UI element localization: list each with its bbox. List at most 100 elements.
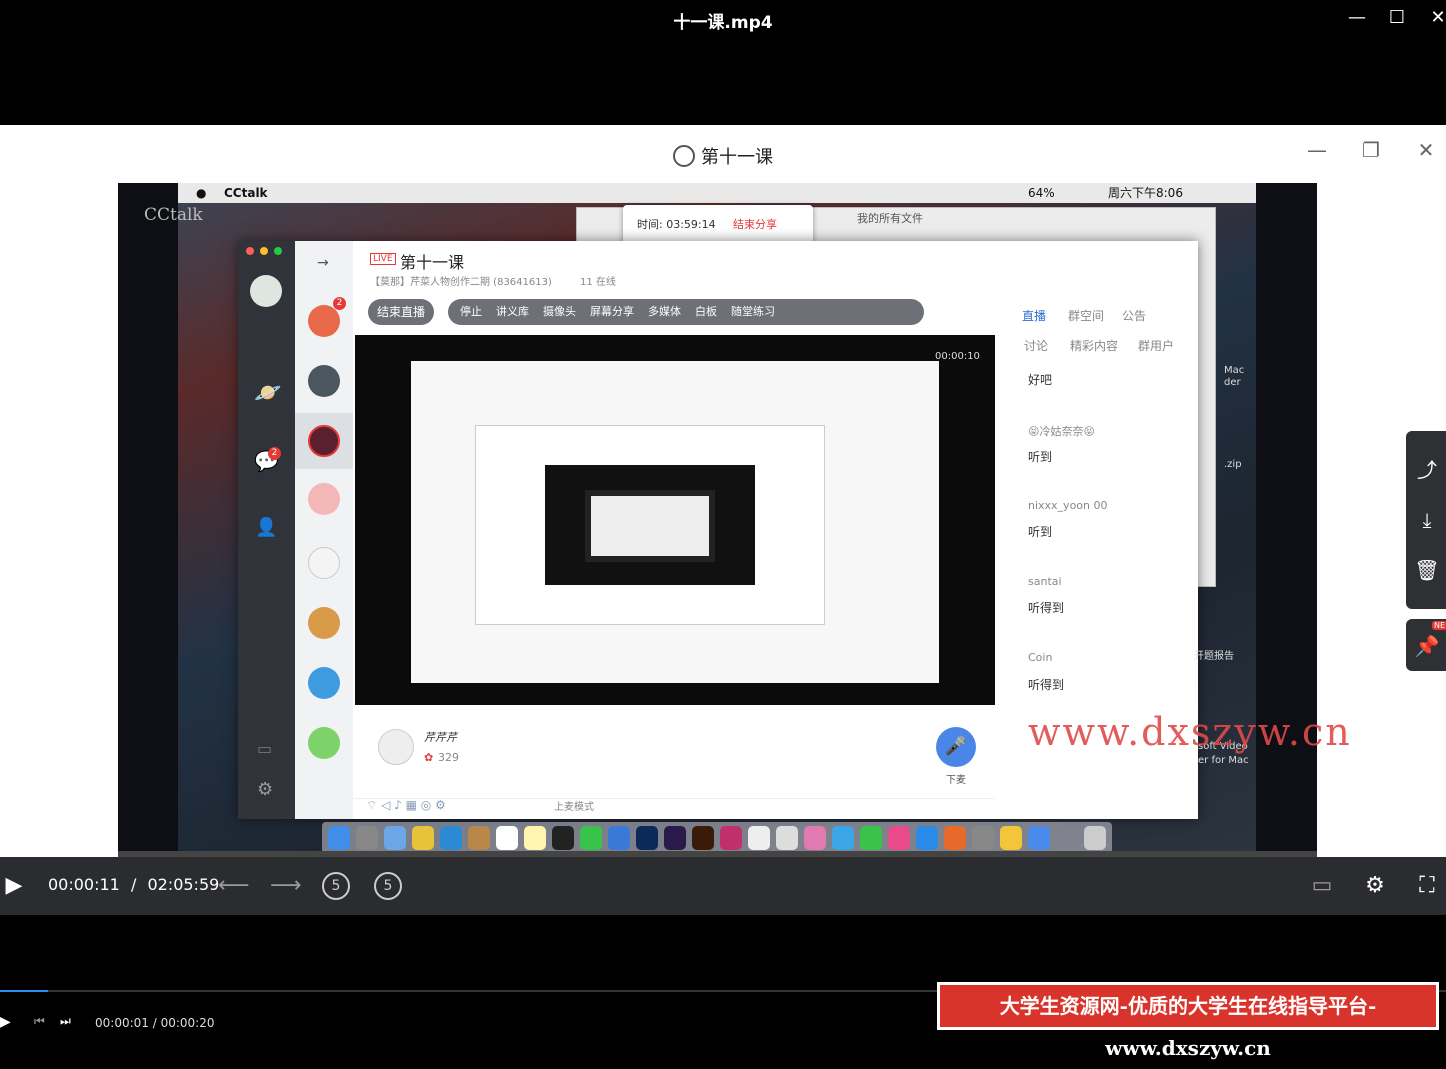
player-minimize-icon[interactable]: — [1303,137,1331,163]
qq-dock-icon[interactable] [552,826,574,850]
online-count: 11 在线 [580,277,616,288]
group-item[interactable] [308,365,340,397]
desktop-label: Mac [1224,365,1245,376]
share-icon[interactable]: ⤴ [1414,457,1440,483]
outer-prev-icon[interactable]: ⏮ [34,1014,45,1029]
mac-min-dot[interactable] [260,247,268,255]
divider [354,798,994,799]
minimize-icon[interactable]: — [1342,6,1372,30]
illustrator-dock-icon[interactable] [692,826,714,850]
pin-icon[interactable]: 📌 [1414,633,1440,659]
photos-dock-icon[interactable] [804,826,826,850]
safari-dock-icon[interactable] [440,826,462,850]
cctalk-dock-icon[interactable] [1028,826,1050,850]
battery-status: 64% [1028,186,1055,200]
group-item[interactable] [308,727,340,759]
next-arrow-icon[interactable]: ⟶ [270,872,302,900]
music-dock-icon[interactable] [888,826,910,850]
forward-5-icon[interactable]: 5 [374,872,402,900]
group-item[interactable] [308,483,340,515]
mic-icon[interactable]: 🎤 [936,727,976,767]
audio-controls[interactable]: ⌔ ◁ ♪ ▦ ◎ ⚙ [366,798,446,813]
settings-dock-icon[interactable] [972,826,994,850]
settings-gear-icon[interactable]: ⚙ [1361,872,1389,900]
fullscreen-icon[interactable]: ⛶ [1413,872,1441,900]
contacts-icon[interactable]: 👤 [255,517,277,538]
chat-msg: 听到 [1028,450,1053,464]
chrome-dock-icon[interactable] [412,826,434,850]
desktop-label: .zip [1224,459,1242,470]
maximize-icon[interactable]: ☐ [1382,6,1412,30]
live-group-icon[interactable] [308,425,340,457]
player-controls: ▶ 00:00:11 / 02:05:59 ⟵ ⟶ 5 5 ▭ ⚙ ⛶ [0,857,1446,915]
avatar[interactable] [250,275,282,307]
app-dock-icon[interactable] [608,826,630,850]
close-icon[interactable]: ✕ [1423,6,1446,30]
play-icon[interactable]: ▶ [0,872,28,900]
settings-icon[interactable]: ⚙ [257,779,273,800]
app-dock-icon[interactable] [832,826,854,850]
tab-live[interactable]: 直播 [1022,307,1046,324]
rewind-5-icon[interactable]: 5 [322,872,350,900]
window-title: 十一课.mp4 [673,13,773,33]
preview-dock-icon[interactable] [384,826,406,850]
toolbar-stop[interactable]: 停止 [460,305,482,318]
stop-share-button[interactable]: 结束分享 [733,205,777,245]
tab-notice[interactable]: 公告 [1122,307,1146,324]
app-dock-icon[interactable] [748,826,770,850]
prev-arrow-icon[interactable]: ⟵ [218,872,250,900]
download-icon[interactable]: ⤓ [1414,507,1440,533]
trash-dock-icon[interactable] [1084,826,1106,850]
app-dock-icon[interactable] [776,826,798,850]
chat-user: Coin [1028,651,1053,664]
photoshop-dock-icon[interactable] [636,826,658,850]
stickies-dock-icon[interactable] [524,826,546,850]
group-item[interactable] [308,667,340,699]
player-close-icon[interactable]: ✕ [1412,137,1440,163]
toolbar-whiteboard[interactable]: 白板 [695,305,717,318]
facetime-dock-icon[interactable] [860,826,882,850]
calendar-dock-icon[interactable] [496,826,518,850]
tab-discuss[interactable]: 讨论 [1024,337,1048,354]
forward-arrow-icon[interactable]: → [317,255,329,271]
video-frame[interactable]: CCtalk ● CCtalk 64% 周六下午8:06 我的所有文件 时间: … [118,183,1317,856]
mac-app-name: CCtalk [224,186,268,200]
books-dock-icon[interactable] [944,826,966,850]
outer-play-icon[interactable]: ▶ [0,1014,11,1030]
tab-group-space[interactable]: 群空间 [1068,307,1104,324]
mac-menubar: ● CCtalk 64% 周六下午8:06 [178,183,1256,203]
flower-icon: ✿ [424,751,434,764]
end-live-button[interactable]: 结束直播 [368,299,434,325]
chat-msg: 好吧 [1028,373,1053,387]
planet-icon[interactable]: 🪐 [254,381,281,406]
tab-members[interactable]: 群用户 [1138,337,1174,354]
notes-dock-icon[interactable] [468,826,490,850]
outer-next-icon[interactable]: ⏭ [60,1014,71,1029]
toolbar-media[interactable]: 多媒体 [648,305,681,318]
wechat-dock-icon[interactable] [580,826,602,850]
chat-msg: 听得到 [1028,601,1065,615]
mac-close-dot[interactable] [246,247,254,255]
mic-mode[interactable]: 上麦模式 [554,798,594,813]
appstore-dock-icon[interactable] [916,826,938,850]
launchpad-dock-icon[interactable] [356,826,378,850]
toolbar-handouts[interactable]: 讲义库 [496,305,529,318]
tab-highlights[interactable]: 精彩内容 [1070,337,1118,354]
finder-dock-icon[interactable] [328,826,350,850]
toolbar-camera[interactable]: 摄像头 [543,305,576,318]
live-toolbar: 停止 讲义库 摄像头 屏幕分享 多媒体 白板 随堂练习 [448,299,924,325]
aftereffects-dock-icon[interactable] [664,826,686,850]
app-dock-icon[interactable] [720,826,742,850]
app-dock-icon[interactable] [1000,826,1022,850]
player-restore-icon[interactable]: ❐ [1357,137,1385,163]
toolbar-screenshare[interactable]: 屏幕分享 [590,305,634,318]
hot-group-icon[interactable] [308,305,340,337]
screen-mode-icon[interactable]: ▭ [1308,872,1336,900]
mac-max-dot[interactable] [274,247,282,255]
monitor-icon[interactable]: ▭ [257,739,272,758]
delete-icon[interactable]: 🗑 [1414,557,1440,583]
toolbar-quiz[interactable]: 随堂练习 [731,305,775,318]
pin-toolbar: 📌 NE [1406,619,1446,671]
group-item[interactable] [308,547,340,579]
group-item[interactable] [308,607,340,639]
